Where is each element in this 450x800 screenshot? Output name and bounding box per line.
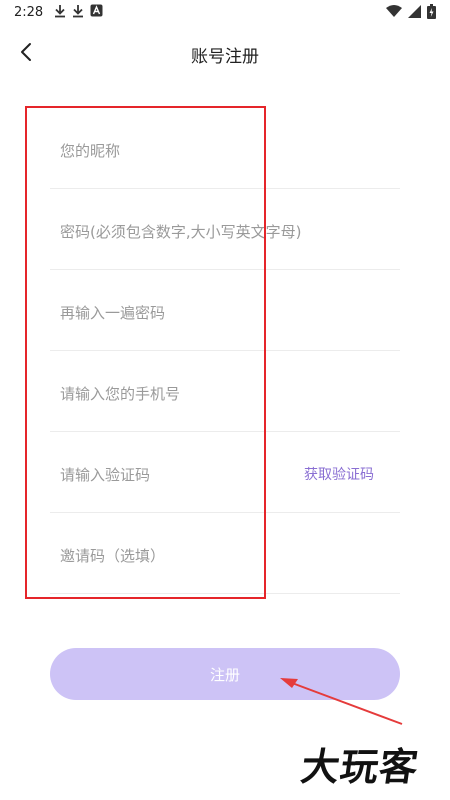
- status-left-icons: [54, 4, 103, 18]
- download-icon: [73, 5, 83, 18]
- a-icon: [90, 4, 103, 17]
- nickname-input[interactable]: [58, 137, 292, 165]
- phone-row: [50, 351, 400, 432]
- wifi-icon: [386, 5, 402, 17]
- watermark-logo: 大玩客: [298, 745, 422, 789]
- battery-icon: [427, 4, 436, 19]
- invite-code-input[interactable]: [58, 542, 292, 570]
- status-right-icons: [386, 4, 436, 19]
- invite-code-row: [50, 513, 400, 594]
- password-input[interactable]: [58, 218, 382, 246]
- app-header: 账号注册: [0, 30, 450, 74]
- annotation-arrow: [280, 678, 403, 725]
- confirm-password-input[interactable]: [58, 299, 292, 327]
- get-code-button[interactable]: 获取验证码: [304, 464, 374, 484]
- confirm-password-row: [50, 270, 400, 351]
- download-icon: [55, 5, 65, 18]
- status-bar: 2:28: [0, 0, 450, 26]
- phone-input[interactable]: [58, 380, 292, 408]
- register-form: 获取验证码: [50, 108, 400, 594]
- nickname-row: [50, 108, 400, 189]
- verification-code-row: 获取验证码: [50, 432, 400, 513]
- status-time: 2:28: [14, 5, 44, 20]
- signal-icon: [408, 5, 421, 18]
- page-title: 账号注册: [191, 47, 259, 67]
- password-row: [50, 189, 400, 270]
- verification-code-input[interactable]: [58, 461, 292, 489]
